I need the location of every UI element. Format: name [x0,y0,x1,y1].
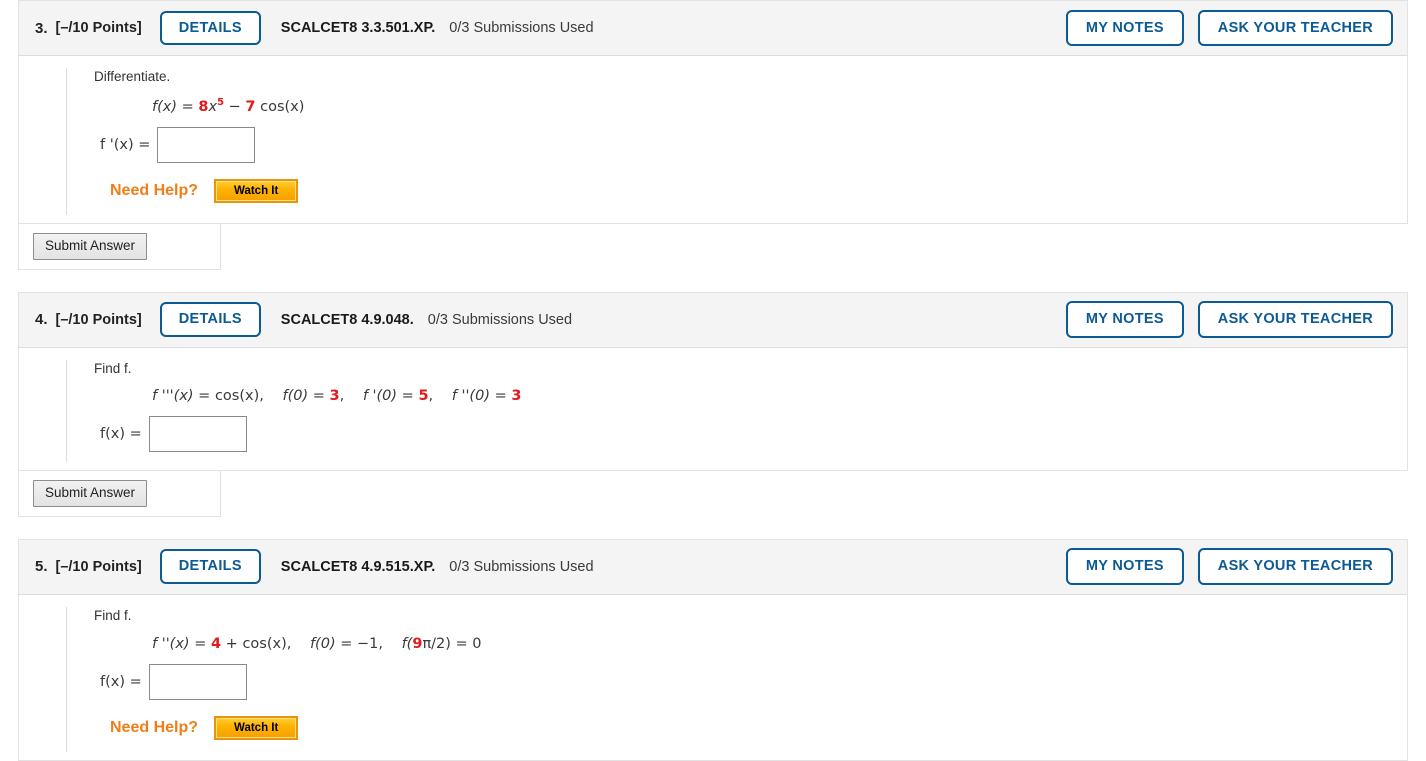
question-3-points: [–/10 Points] [55,20,142,36]
question-5-prompt: Find f. [94,607,1407,626]
eq4-lhs: f '''(x) [152,388,194,405]
spacer-4-5 [0,516,1426,539]
question-3-prompt: Differentiate. [94,69,171,84]
question-5-answer-label: f(x) = [100,673,142,690]
details-button-4[interactable]: DETAILS [159,302,261,337]
my-notes-button-3[interactable]: MY NOTES [1065,9,1184,47]
my-notes-button-4[interactable]: MY NOTES [1065,301,1184,338]
eq4-cond1-lhs: f(0) [282,388,309,405]
question-5-body: Find f. f ''(x) = 4 + cos(x), f(0) = −1,… [18,594,1408,761]
question-4-submit-box: Submit Answer [18,471,221,517]
question-5-content: Find f. f ''(x) = 4 + cos(x), f(0) = −1,… [66,606,1407,753]
eq3-minus: − [228,98,241,115]
question-5-need-help: Need Help? Watch It [110,715,1407,741]
question-4-answer-row: f(x) = [100,416,1407,453]
question-4: 4. [–/10 Points] DETAILS SCALCET8 4.9.04… [0,291,1426,517]
question-4-points: [–/10 Points] [55,311,142,328]
eq5-cond1-val: −1 [356,635,379,652]
eq4-cond3-lhs: f ''(0) [451,388,490,405]
eq3-lhs: f(x) [152,98,177,115]
question-3-need-help: Need Help? Watch It [110,178,1407,204]
eq4-cond3-val: 3 [511,388,522,405]
question-5-prompt-text: Find f. [94,607,132,623]
question-4-answer-label: f(x) = [100,426,142,443]
question-3-body: Differentiate. f(x) = 8x5 − 7 cos(x) f '… [18,56,1408,225]
question-3-answer-label: f '(x) = [100,136,151,153]
ask-your-teacher-button-5[interactable]: ASK YOUR TEACHER [1197,548,1393,585]
eq5-coef: 4 [210,635,222,652]
question-3-submit-box: Submit Answer [18,224,221,270]
eq5-plus: + [225,635,238,652]
question-4-equation: f '''(x) = cos(x), f(0) = 3, f '(0) = 5,… [152,388,522,405]
ask-your-teacher-button-3[interactable]: ASK YOUR TEACHER [1197,9,1393,47]
question-5-header: 5. [–/10 Points] DETAILS SCALCET8 4.9.51… [18,538,1408,595]
question-4-content: Find f. f '''(x) = cos(x), f(0) = 3, f '… [66,359,1407,463]
question-3-content: Differentiate. f(x) = 8x5 − 7 cos(x) f '… [66,68,1407,216]
question-4-code: SCALCET8 4.9.048. [280,311,414,328]
watch-it-button-3[interactable]: Watch It [214,178,299,204]
ask-your-teacher-button-4[interactable]: ASK YOUR TEACHER [1197,301,1393,338]
eq3-var1: x [208,98,218,115]
eq3-exp1: 5 [217,96,225,108]
question-5: 5. [–/10 Points] DETAILS SCALCET8 4.9.51… [0,538,1426,761]
details-button-5[interactable]: DETAILS [159,549,261,584]
eq3-equals: = [181,98,194,115]
question-4-prompt: Find f. [94,360,1407,379]
my-notes-button-5[interactable]: MY NOTES [1065,548,1184,585]
watch-it-button-5[interactable]: Watch It [214,715,299,741]
question-3-header: 3. [–/10 Points] DETAILS SCALCET8 3.3.50… [18,0,1408,56]
eq5-cond2-rest: π/2) = 0 [422,635,482,652]
eq5-rhs: cos(x) [242,635,287,652]
eq3-term2: cos(x) [260,98,305,115]
submit-answer-button-4[interactable]: Submit Answer [33,480,148,507]
eq5-cond1-lhs: f(0) [309,635,336,652]
eq5-cond2-coef: 9 [412,635,423,652]
need-help-label-5: Need Help? [110,718,199,736]
spacer-3-4 [0,269,1426,292]
answer-input-4[interactable] [148,416,247,453]
question-4-submissions: 0/3 Submissions Used [427,311,573,328]
eq4-cond2-val: 5 [418,388,429,405]
eq3-coef1: 8 [198,98,209,115]
question-3-equation: f(x) = 8x5 − 7 cos(x) [152,97,1407,115]
question-3: 3. [–/10 Points] DETAILS SCALCET8 3.3.50… [0,0,1426,270]
question-3-code: SCALCET8 3.3.501.XP. [280,20,436,36]
eq4-cond1-val: 3 [329,388,340,405]
eq4-rhs: cos(x) [214,388,260,405]
eq4-cond2-lhs: f '(0) [362,388,398,405]
question-5-submissions: 0/3 Submissions Used [449,558,594,575]
question-4-header: 4. [–/10 Points] DETAILS SCALCET8 4.9.04… [18,291,1408,348]
question-5-code: SCALCET8 4.9.515.XP. [280,558,436,575]
question-5-points: [–/10 Points] [55,558,142,575]
eq5-cond2-prefix: f( [401,635,413,652]
need-help-label-3: Need Help? [110,182,199,200]
answer-input-5[interactable] [148,663,247,700]
question-4-prompt-text: Find f. [94,360,132,376]
eq5-lhs: f ''(x) [152,635,190,652]
question-4-body: Find f. f '''(x) = cos(x), f(0) = 3, f '… [18,347,1408,472]
details-button-3[interactable]: DETAILS [159,10,261,46]
question-5-equation: f ''(x) = 4 + cos(x), f(0) = −1, f(9π/2)… [152,635,482,652]
answer-input-3[interactable] [157,126,256,163]
question-3-number: 3. [35,19,48,37]
submit-answer-button-3[interactable]: Submit Answer [33,233,148,260]
assignment-page: 3. [–/10 Points] DETAILS SCALCET8 3.3.50… [0,0,1426,761]
eq3-coef2: 7 [245,98,256,115]
question-3-submissions: 0/3 Submissions Used [449,20,594,36]
question-5-answer-row: f(x) = [100,663,1407,700]
question-3-answer-row: f '(x) = [100,126,1407,163]
question-5-number: 5. [35,558,48,576]
question-4-number: 4. [35,311,48,329]
